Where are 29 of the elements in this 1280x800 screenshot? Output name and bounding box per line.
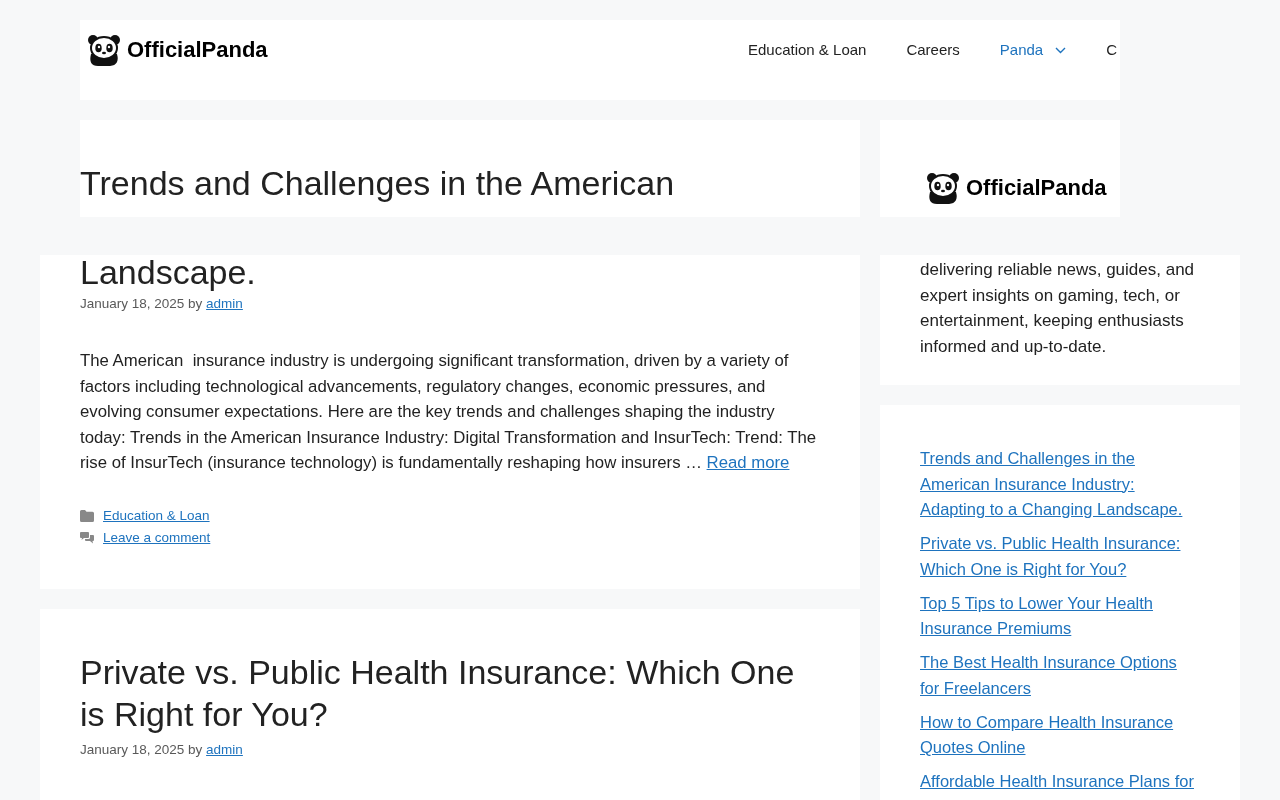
site-logo[interactable]: OfficialPanda (925, 172, 1107, 204)
recent-post-link[interactable]: Affordable Health Insurance Plans for (920, 769, 1194, 795)
folder-icon (80, 509, 94, 522)
read-more-link[interactable]: Read more (706, 453, 790, 472)
recent-post-link[interactable]: How to Compare Health Insurance Quotes Online (920, 709, 1200, 761)
post-title: Trends and Challenges in the American (80, 163, 676, 204)
post-meta: January 18, 2025 by admin (80, 740, 244, 759)
post-meta: January 18, 2025 by admin (80, 295, 244, 313)
nav-link[interactable]: Education & Loan (748, 34, 867, 66)
recent-post-link[interactable]: Private vs. Public Health Insurance: Which One is Right for You? (920, 531, 1200, 582)
recent-post-link[interactable]: The Best Health Insurance Options for Freelancers (920, 650, 1200, 701)
author-link[interactable]: admin (206, 741, 243, 757)
recent-post-link[interactable]: Trends and Challenges in the American Insurance Industry: Adapting to a Changing Landscape. (920, 446, 1200, 523)
nav-link[interactable]: C (1106, 34, 1117, 66)
nav-link[interactable]: Careers (906, 34, 960, 66)
nav-link[interactable]: Panda (999, 34, 1067, 66)
category-link[interactable]: Education & Loan (103, 504, 210, 527)
post-title: Private vs. Public Health Insurance: Which One is Right for You? (80, 651, 796, 735)
recent-post-link[interactable]: Top 5 Tips to Lower Your Health Insurance Premiums (920, 590, 1200, 642)
caret-icon (1055, 46, 1067, 54)
post-title: Landscape. (80, 255, 257, 289)
post-excerpt: The American insurance industry is undergoing significant transformation, driven by a variety of factors including technological advancements, regulatory changes, economic pressures, and evolving consumer expectations. Here are the key trends and challenges shaping the industry today: Trends in the American Insurance Industry: Digital Transformation and InsurTech: Trend: The rise of InsurTech (insurance technology) is fundamentally reshaping how insurers … Read more (80, 350, 818, 474)
comment-link[interactable]: Leave a comment (103, 526, 211, 549)
panda-icon (86, 34, 122, 66)
site-logo[interactable]: OfficialPanda (86, 34, 268, 66)
about-text: delivering reliable news, guides, and expert insights on gaming, tech, or entertainment, keeping enthusiasts informed and up-to-date. (920, 259, 1196, 358)
panda-icon (925, 172, 961, 204)
comments-icon (80, 531, 94, 544)
author-link[interactable]: admin (206, 296, 243, 311)
